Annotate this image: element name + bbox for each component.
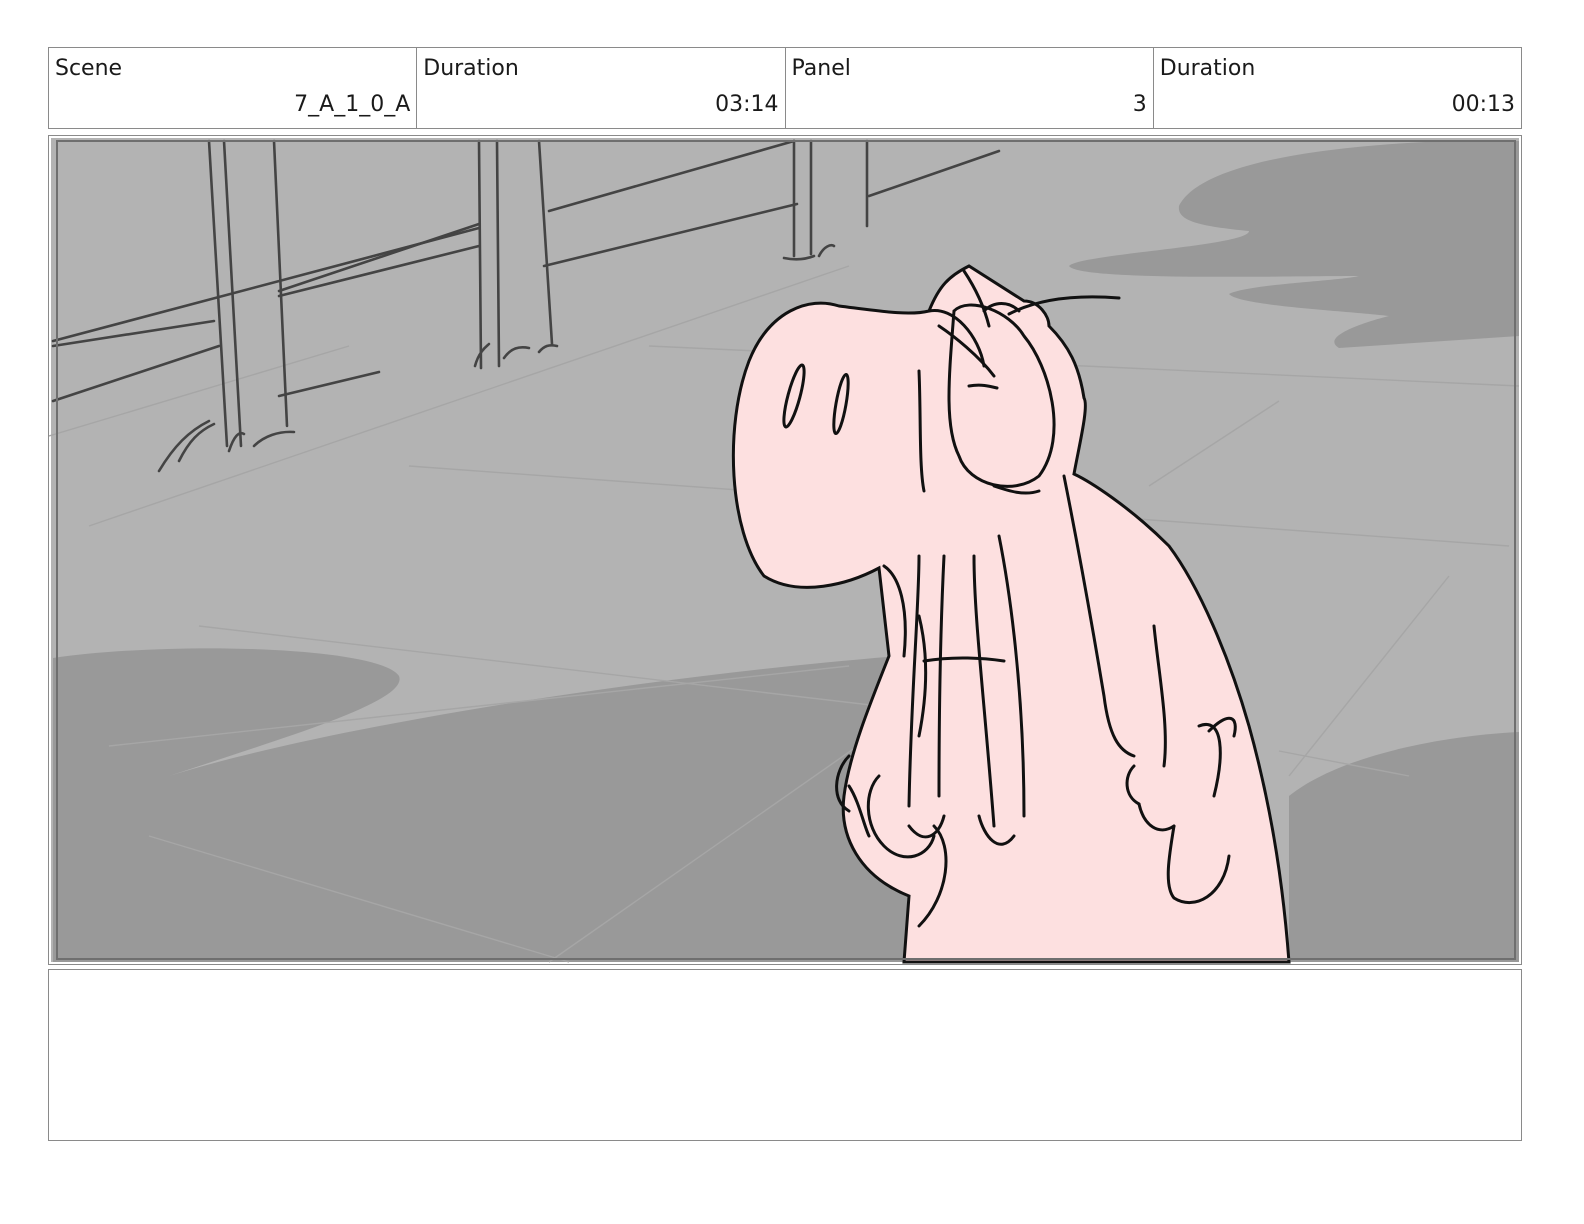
- panel-header: Scene 7_A_1_0_A Duration 03:14 Panel 3 D…: [48, 47, 1522, 129]
- panel-label: Panel: [791, 56, 851, 81]
- panel-notes[interactable]: [48, 969, 1522, 1141]
- storyboard-panel: [48, 135, 1522, 965]
- scene-duration-label: Duration: [423, 56, 519, 81]
- scene-label: Scene: [55, 56, 123, 81]
- scene-value: 7_A_1_0_A: [294, 92, 411, 117]
- panel-duration-value: 00:13: [1451, 92, 1515, 117]
- panel-duration-label: Duration: [1159, 56, 1256, 81]
- storyboard-drawing: [49, 138, 1520, 964]
- scene-duration-cell: Duration 03:14: [417, 48, 786, 128]
- scene-duration-value: 03:14: [715, 92, 779, 117]
- panel-cell: Panel 3: [786, 48, 1154, 128]
- scene-cell: Scene 7_A_1_0_A: [49, 48, 418, 128]
- panel-duration-cell: Duration 00:13: [1154, 48, 1521, 128]
- panel-value: 3: [1132, 92, 1147, 117]
